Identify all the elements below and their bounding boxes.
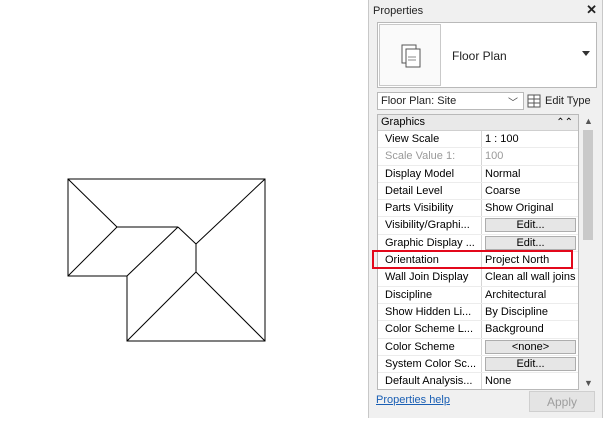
property-value[interactable]: Show Original [482,200,578,216]
chevron-down-icon: ﹀ [508,98,518,109]
roof-outline [67,178,266,342]
valley-line-inner [126,226,179,277]
property-label: Show Hidden Li... [381,303,482,321]
close-icon[interactable]: ✕ [586,2,597,18]
properties-help-link[interactable]: Properties help [376,394,450,406]
property-value[interactable]: Normal [482,166,578,182]
property-row[interactable]: Parts Visibility Show Original [378,200,578,218]
property-row[interactable]: Display Model Normal [378,165,578,183]
vertical-scrollbar[interactable]: ▲ ▼ [581,114,595,390]
property-row[interactable]: Color Scheme <none> [378,338,578,356]
property-value[interactable]: Edit... [482,217,578,233]
hip-line-lower-left-inner [126,271,197,342]
floor-plan-icon [379,24,441,86]
property-label: Default Analysis... [381,373,482,389]
property-value[interactable]: Coarse [482,183,578,199]
roof-plan-drawing [67,178,266,342]
group-header-label: Graphics [381,116,426,128]
edit-type-icon [527,94,541,108]
property-row[interactable]: Graphic Display ... Edit... [378,234,578,253]
drawing-canvas[interactable] [0,0,365,420]
property-value[interactable]: Project North [482,252,578,268]
hip-line-lower-right [195,271,266,342]
property-label: Detail Level [381,182,482,200]
property-value[interactable]: Edit... [482,356,578,372]
apply-button[interactable]: Apply [529,391,595,412]
property-rows: View Scale 1 : 100 Scale Value 1: 100 Displa… [378,131,578,389]
property-row[interactable]: Wall Join Display Clean all wall joins [378,269,578,287]
property-value[interactable]: None [482,373,578,389]
type-selector[interactable]: Floor Plan [377,22,597,88]
dropdown-arrow-icon[interactable] [582,51,590,56]
scrollbar-thumb[interactable] [583,130,593,240]
instance-selector-value: Floor Plan: Site [381,95,457,107]
property-label: Wall Join Display [381,269,482,286]
property-label: Scale Value 1: [381,148,482,165]
properties-grid: Graphics ⌃⌃ View Scale 1 : 100 Scale Value… [377,114,579,390]
panel-title: Properties [373,5,424,17]
property-edit-button[interactable]: <none> [485,339,576,354]
hip-line-upper-right [195,178,266,245]
edit-type-label: Edit Type [545,95,591,107]
property-label: Orientation [381,252,482,269]
property-row[interactable]: View Scale 1 : 100 [378,131,578,149]
property-label: System Color Sc... [381,355,482,373]
instance-selector[interactable]: Floor Plan: Site ﹀ [377,92,524,110]
group-header-graphics[interactable]: Graphics ⌃⌃ [378,115,578,131]
property-label: Color Scheme L... [381,321,482,338]
property-row[interactable]: Discipline Architectural [378,286,578,304]
property-label: Visibility/Graphi... [381,217,482,234]
collapse-icon[interactable]: ⌃⌃ [556,115,573,130]
type-name: Floor Plan [452,49,507,63]
property-row[interactable]: Show Hidden Li... By Discipline [378,303,578,322]
property-row[interactable]: System Color Sc... Edit... [378,355,578,374]
edit-type-button[interactable]: Edit Type [527,92,597,110]
property-label: Graphic Display ... [381,234,482,252]
property-value[interactable]: Edit... [482,235,578,251]
properties-panel: Properties ✕ Floor Plan Floor Plan: Site… [368,0,603,418]
property-row[interactable]: Detail Level Coarse [378,182,578,201]
property-row[interactable]: Orientation Project North [378,252,578,270]
property-label: Color Scheme [381,338,482,355]
property-label: View Scale [381,131,482,148]
property-row[interactable]: Default Analysis... None [378,373,578,389]
property-value[interactable]: By Discipline [482,304,578,320]
property-label: Parts Visibility [381,200,482,217]
hip-line-upper-left [67,178,118,228]
property-value[interactable]: 1 : 100 [482,131,578,147]
property-value[interactable]: Background [482,321,578,337]
scroll-up-icon[interactable]: ▲ [584,116,593,126]
valley-line [177,226,197,245]
property-row[interactable]: Scale Value 1: 100 [378,148,578,166]
property-row[interactable]: Visibility/Graphi... Edit... [378,217,578,235]
property-edit-button[interactable]: Edit... [485,235,576,250]
property-value[interactable]: <none> [482,339,578,355]
property-value[interactable]: 100 [482,148,578,164]
property-label: Discipline [381,286,482,303]
property-row[interactable]: Color Scheme L... Background [378,321,578,339]
property-value[interactable]: Architectural [482,287,578,303]
hip-line-lower-left [67,226,118,277]
property-value[interactable]: Clean all wall joins [482,269,578,285]
property-label: Display Model [381,165,482,182]
property-edit-button[interactable]: Edit... [485,218,576,233]
scroll-down-icon[interactable]: ▼ [584,378,593,388]
property-edit-button[interactable]: Edit... [485,356,576,371]
